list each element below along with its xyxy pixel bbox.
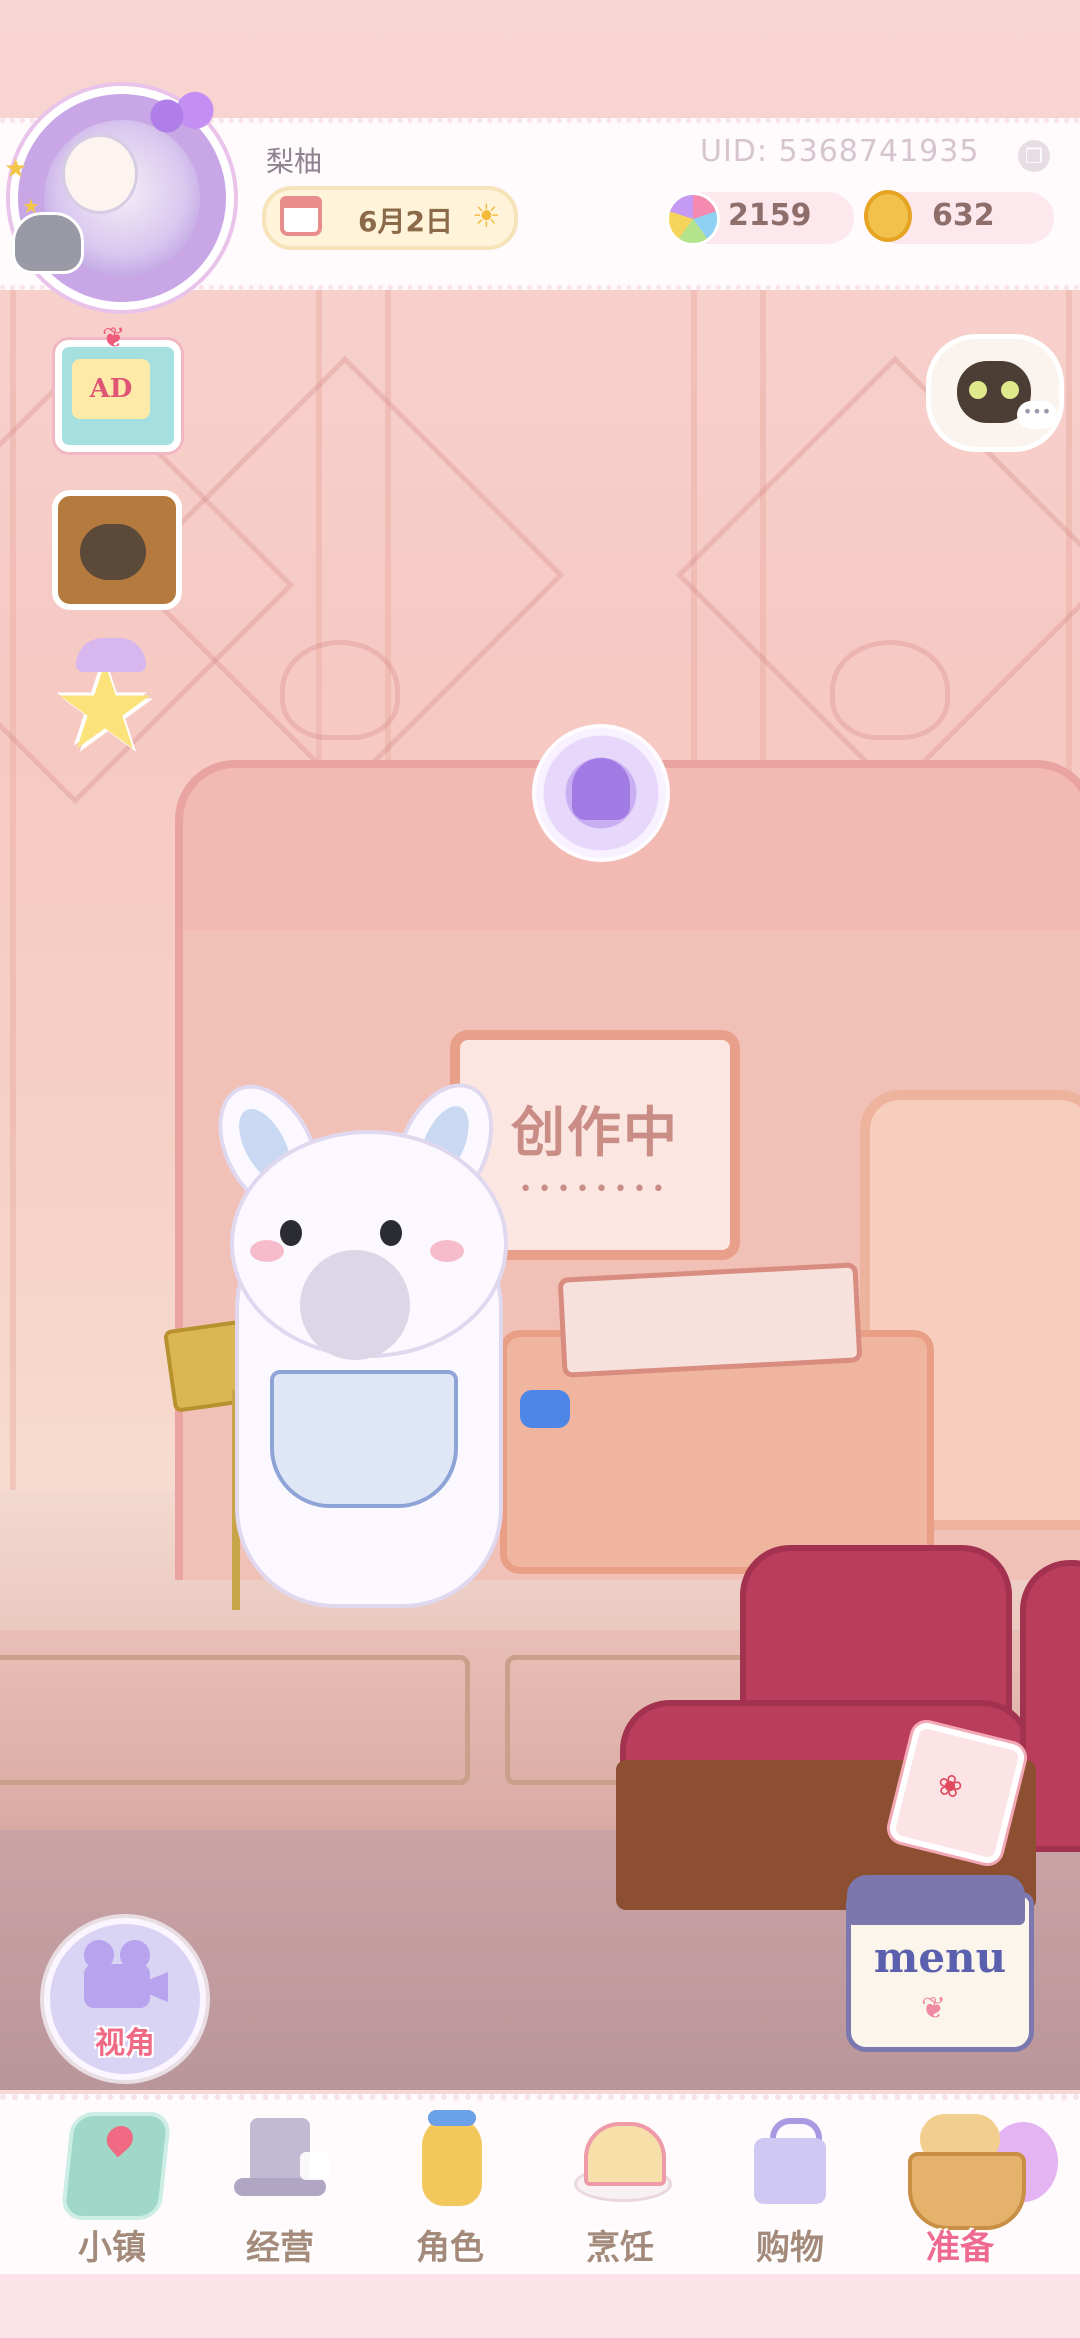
calendar-icon bbox=[280, 196, 322, 236]
coin-amount: 632 bbox=[932, 198, 995, 233]
character-cheek bbox=[430, 1240, 464, 1262]
treasure-chest-button[interactable] bbox=[52, 490, 182, 610]
bow-icon: ❦ bbox=[921, 1991, 947, 2026]
sun-icon: ☀ bbox=[472, 197, 501, 235]
sandwich-icon bbox=[574, 2112, 672, 2212]
nav-label: 准备 bbox=[926, 2228, 994, 2268]
ad-label: AD bbox=[72, 359, 150, 419]
butterfly-ornament bbox=[830, 640, 950, 740]
star-icon: ★ bbox=[22, 194, 40, 218]
date-text: 6月2日 bbox=[358, 205, 453, 238]
cat-chat-button[interactable]: ••• bbox=[926, 334, 1064, 452]
nav-label: 经营 bbox=[246, 2228, 314, 2268]
avatar-face bbox=[62, 134, 138, 214]
nav-item-shopping[interactable]: 购物 bbox=[710, 2112, 870, 2270]
chat-bubble-icon: ••• bbox=[1017, 401, 1057, 429]
character-cheek bbox=[250, 1240, 284, 1262]
character-eye bbox=[280, 1220, 302, 1246]
star-event-button[interactable]: ★ bbox=[52, 638, 170, 766]
camera-label: 视角 bbox=[95, 2026, 155, 2061]
butterfly-ornament bbox=[280, 640, 400, 740]
basket-icon bbox=[908, 2112, 1058, 2230]
map-icon bbox=[60, 2112, 172, 2220]
nav-item-character[interactable]: 角色 bbox=[370, 2110, 530, 2270]
camera-view-button[interactable]: 视角 bbox=[44, 1918, 206, 2080]
player-avatar[interactable]: ★ ★ bbox=[4, 86, 234, 310]
sign-text: 创作中 bbox=[511, 1101, 679, 1164]
bow-icon: ❦ bbox=[102, 321, 126, 354]
star-icon: ★ bbox=[4, 154, 28, 184]
nav-label: 角色 bbox=[416, 2228, 484, 2268]
nav-item-cooking[interactable]: 烹饪 bbox=[540, 2112, 700, 2270]
character-bib bbox=[270, 1370, 458, 1508]
menu-book-button[interactable]: menu ❦ bbox=[846, 1875, 1034, 2052]
character-face bbox=[300, 1250, 410, 1360]
raccoon-chest-icon bbox=[80, 524, 146, 580]
ad-reward-button[interactable]: ❦ AD bbox=[55, 321, 181, 452]
cat-pet-icon bbox=[12, 212, 84, 274]
player-name: 梨柚 bbox=[266, 145, 323, 178]
rainbow-gem-icon bbox=[666, 192, 720, 246]
camera-icon bbox=[84, 1964, 150, 2008]
menu-label: menu bbox=[873, 1933, 1007, 1982]
character-eye bbox=[380, 1220, 402, 1246]
open-book bbox=[557, 1262, 863, 1378]
stage-panel bbox=[0, 1655, 470, 1785]
sign-dots: •••••••• bbox=[519, 1177, 671, 1202]
nav-label: 购物 bbox=[756, 2228, 824, 2268]
character-silhouette-icon bbox=[572, 758, 630, 820]
nav-label: 烹饪 bbox=[586, 2228, 654, 2268]
hat-icon bbox=[76, 638, 146, 672]
grape-ornament-icon bbox=[146, 88, 216, 144]
nav-label: 小镇 bbox=[78, 2228, 146, 2268]
bottom-strip bbox=[0, 2274, 1080, 2338]
character-hand bbox=[520, 1390, 570, 1428]
character-focus-button[interactable] bbox=[532, 724, 670, 862]
gem-amount: 2159 bbox=[728, 198, 812, 233]
character-icon bbox=[404, 2110, 496, 2212]
player-uid: UID: 5368741935 bbox=[700, 134, 980, 169]
shopping-bag-icon bbox=[744, 2112, 836, 2212]
lock-icon bbox=[300, 2152, 330, 2180]
cherry-icon: ❀ bbox=[933, 1766, 967, 1807]
date-badge[interactable]: 6月2日 ☀ bbox=[262, 186, 518, 250]
nav-item-prepare[interactable]: 准备 bbox=[880, 2112, 1058, 2270]
copy-icon[interactable]: ❐ bbox=[1018, 140, 1050, 172]
gold-coin-icon bbox=[864, 190, 912, 242]
hat-icon bbox=[234, 2112, 330, 2212]
nav-item-town[interactable]: 小镇 bbox=[32, 2112, 192, 2270]
menu-book-cover bbox=[847, 1875, 1025, 1925]
nav-item-business[interactable]: 经营 bbox=[200, 2112, 360, 2270]
